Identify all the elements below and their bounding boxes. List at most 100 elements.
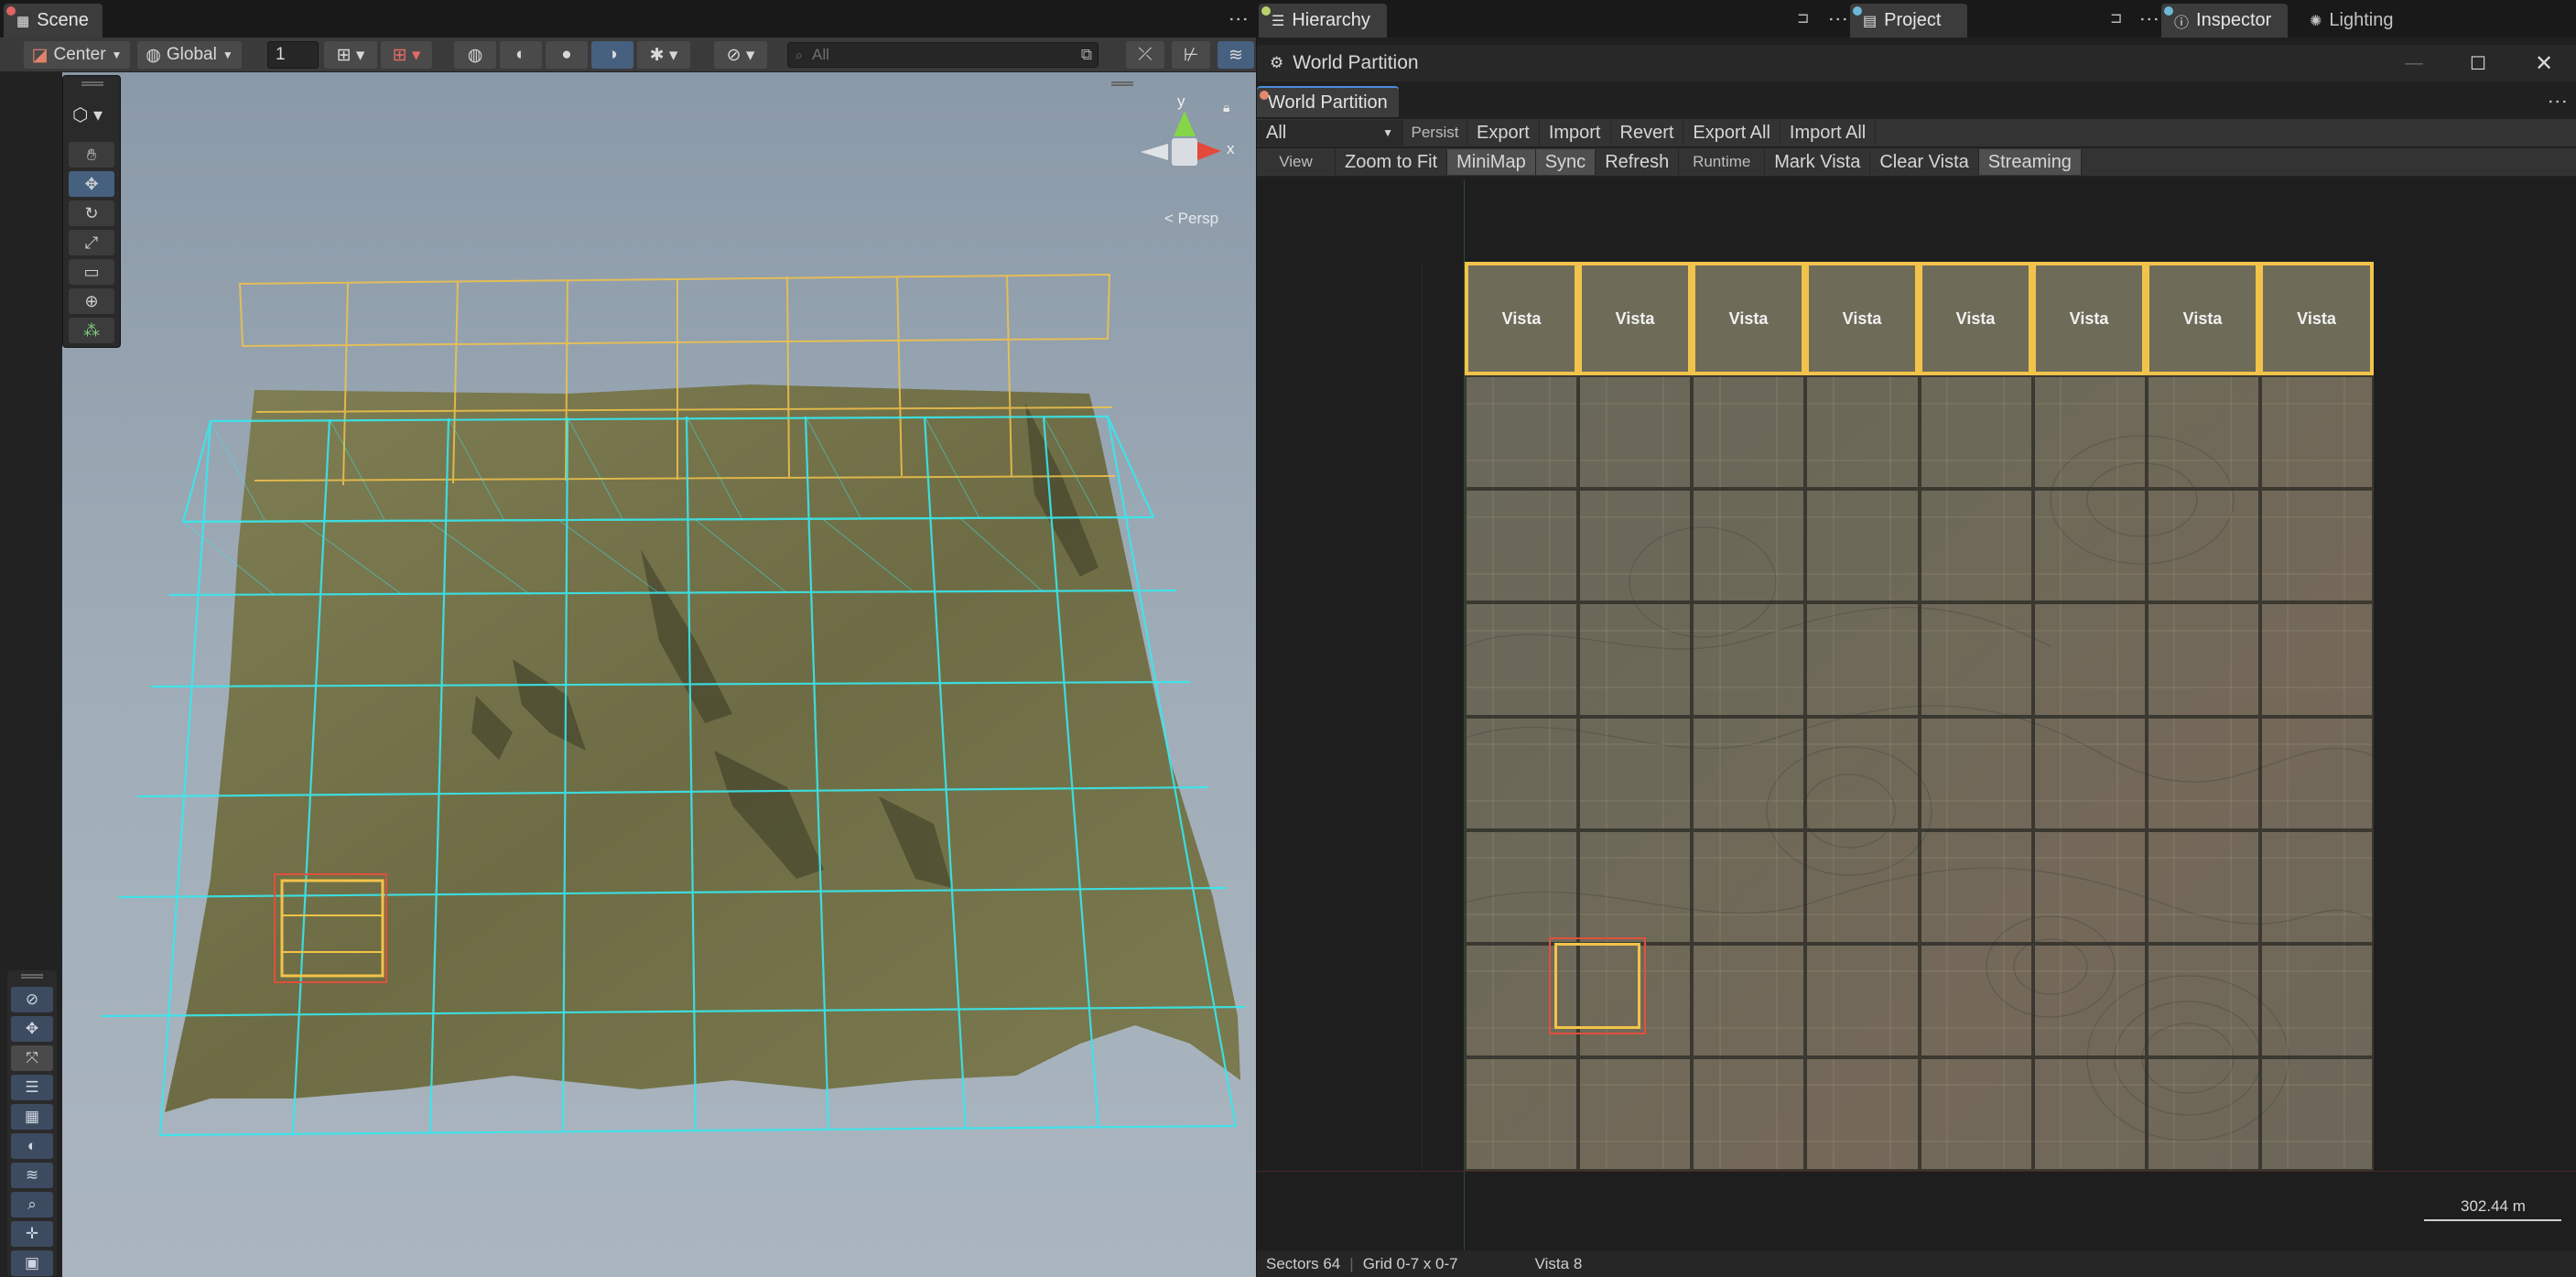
grid-cell[interactable]: [2259, 829, 2374, 944]
overlay-handle[interactable]: [81, 81, 103, 86]
shaded-button[interactable]: ◑: [591, 41, 633, 69]
grid-cell[interactable]: [2032, 716, 2147, 830]
side-tool-scale[interactable]: ⤧: [11, 1045, 53, 1071]
grid-cell[interactable]: [1578, 375, 1693, 490]
wp-window-titlebar[interactable]: ⚙ World Partition — ☐ ✕: [1257, 45, 2576, 81]
rotate-tool-button[interactable]: ↻: [69, 200, 114, 226]
grid-cell[interactable]: [2259, 375, 2374, 490]
vista-cell[interactable]: Vista: [1465, 262, 1578, 375]
wp-menu-icon[interactable]: ⋮: [2546, 92, 2570, 110]
grid-cell[interactable]: [1805, 943, 1920, 1057]
minimize-icon[interactable]: —: [2405, 53, 2423, 74]
maximize-icon[interactable]: ☐: [2470, 52, 2486, 75]
grid-cell[interactable]: [2259, 716, 2374, 830]
grid-cell[interactable]: [1919, 489, 2033, 603]
grid-cell[interactable]: [2146, 829, 2260, 944]
grid-cell[interactable]: [1465, 716, 1579, 830]
grid-cell[interactable]: [2259, 602, 2374, 717]
snap-toggle[interactable]: ⊞ ▾: [324, 41, 377, 69]
grid-cell[interactable]: [2032, 602, 2147, 717]
grid-cell[interactable]: [2259, 943, 2374, 1057]
grid-cell[interactable]: [1919, 716, 2033, 830]
partition-map[interactable]: Vista Vista Vista Vista Vista Vista Vist…: [1465, 262, 2374, 1171]
grid-cell[interactable]: [1578, 489, 1693, 603]
grid-cell[interactable]: [1919, 602, 2033, 717]
grid-cell[interactable]: [2146, 489, 2260, 603]
grid-cell[interactable]: [2259, 1056, 2374, 1171]
vista-cell[interactable]: Vista: [2146, 262, 2259, 375]
side-tool-layers[interactable]: ≋: [11, 1163, 53, 1188]
grid-cell[interactable]: [1465, 829, 1579, 944]
grid-cell[interactable]: [1578, 1056, 1693, 1171]
import-all-button[interactable]: Import All: [1780, 120, 1877, 146]
transform-tool-button[interactable]: ⊕: [69, 288, 114, 314]
grid-cell[interactable]: [2146, 375, 2260, 490]
grid-cell[interactable]: [1805, 716, 1920, 830]
scale-tool-button[interactable]: ⤢: [69, 230, 114, 255]
partition-canvas[interactable]: Vista Vista Vista Vista Vista Vista Vist…: [1257, 179, 2576, 1250]
grid-cell[interactable]: [1465, 489, 1579, 603]
sync-toggle[interactable]: Sync: [1535, 149, 1596, 175]
move-tool-button[interactable]: ✥: [69, 171, 114, 197]
tool-mode-dropdown[interactable]: ⬡ ▾: [72, 103, 103, 126]
grid-snap-toggle[interactable]: ⊞ ▾: [381, 41, 432, 69]
grid-cell[interactable]: [1805, 829, 1920, 944]
side-overlay-handle[interactable]: [21, 974, 43, 979]
grid-cell[interactable]: [1692, 489, 1806, 603]
export-button[interactable]: Export: [1467, 120, 1540, 146]
rect-tool-button[interactable]: ▭: [69, 259, 114, 285]
side-tool-grid[interactable]: ▦: [11, 1104, 53, 1130]
grid-cell[interactable]: [2146, 602, 2260, 717]
side-tool-sphere[interactable]: ◐: [11, 1133, 53, 1159]
close-icon[interactable]: ✕: [2535, 50, 2553, 77]
scene-menu-icon[interactable]: ⋮: [1227, 9, 1250, 27]
layers-toggle[interactable]: ≋: [1218, 41, 1254, 69]
shaded-wire-button[interactable]: ◐: [500, 41, 542, 69]
grid-cell[interactable]: [1805, 489, 1920, 603]
grid-cell[interactable]: [1692, 829, 1806, 944]
export-all-button[interactable]: Export All: [1683, 120, 1780, 146]
grid-cell[interactable]: [1465, 1056, 1579, 1171]
grid-cell[interactable]: [1692, 375, 1806, 490]
overlay-handle-icon[interactable]: [1111, 81, 1133, 86]
side-tool-compass[interactable]: ⊘: [11, 987, 53, 1012]
grid-cell[interactable]: [2146, 943, 2260, 1057]
scene-viewport[interactable]: y x 🔒︎ < Persp: [62, 72, 1256, 1277]
projection-label[interactable]: < Persp: [1164, 210, 1218, 228]
hierarchy-menu-icon[interactable]: ⋮: [1826, 9, 1850, 27]
tab-scene[interactable]: ▦ Scene: [4, 4, 103, 38]
tab-lighting[interactable]: ✺ Lighting: [2297, 4, 2407, 38]
mark-vista-button[interactable]: Mark Vista: [1765, 149, 1871, 175]
zoom-to-fit-button[interactable]: Zoom to Fit: [1336, 149, 1448, 175]
grid-cell[interactable]: [1805, 375, 1920, 490]
grid-cell[interactable]: [2146, 716, 2260, 830]
grid-cell[interactable]: [1692, 1056, 1806, 1171]
grid-cell[interactable]: [1578, 602, 1693, 717]
grid-cell[interactable]: [1578, 829, 1693, 944]
streaming-toggle[interactable]: Streaming: [1978, 149, 2082, 175]
grid-cell[interactable]: [1578, 716, 1693, 830]
grid-cell[interactable]: [2032, 375, 2147, 490]
import-button[interactable]: Import: [1540, 120, 1611, 146]
vista-cell[interactable]: Vista: [1919, 262, 2032, 375]
vista-cell[interactable]: Vista: [2259, 262, 2374, 375]
gizmos-dropdown[interactable]: ⊘ ▾: [714, 41, 767, 69]
debug-draw-dropdown[interactable]: ✱ ▾: [637, 41, 690, 69]
custom-tool-button[interactable]: ⁂: [69, 318, 114, 343]
grid-cell[interactable]: [2032, 943, 2147, 1057]
grid-cell[interactable]: [1692, 602, 1806, 717]
refresh-button[interactable]: Refresh: [1596, 149, 1680, 175]
side-tool-camera[interactable]: ▣: [11, 1250, 53, 1276]
vista-cell[interactable]: Vista: [1692, 262, 1805, 375]
minimap-toggle[interactable]: MiniMap: [1447, 149, 1536, 175]
grid-cell[interactable]: [2032, 489, 2147, 603]
grid-cell[interactable]: [1805, 1056, 1920, 1171]
grid-cell[interactable]: [1919, 1056, 2033, 1171]
tab-world-partition[interactable]: World Partition: [1257, 86, 1399, 117]
vista-cell[interactable]: Vista: [1578, 262, 1692, 375]
grid-cell[interactable]: [2032, 1056, 2147, 1171]
scene-gizmo[interactable]: y x 🔒︎ < Persp: [1135, 92, 1236, 248]
side-tool-zoom[interactable]: ⌕: [11, 1192, 53, 1217]
selected-cell-outline[interactable]: [1549, 937, 1646, 1034]
camera-toggle[interactable]: ⊬: [1172, 41, 1210, 69]
